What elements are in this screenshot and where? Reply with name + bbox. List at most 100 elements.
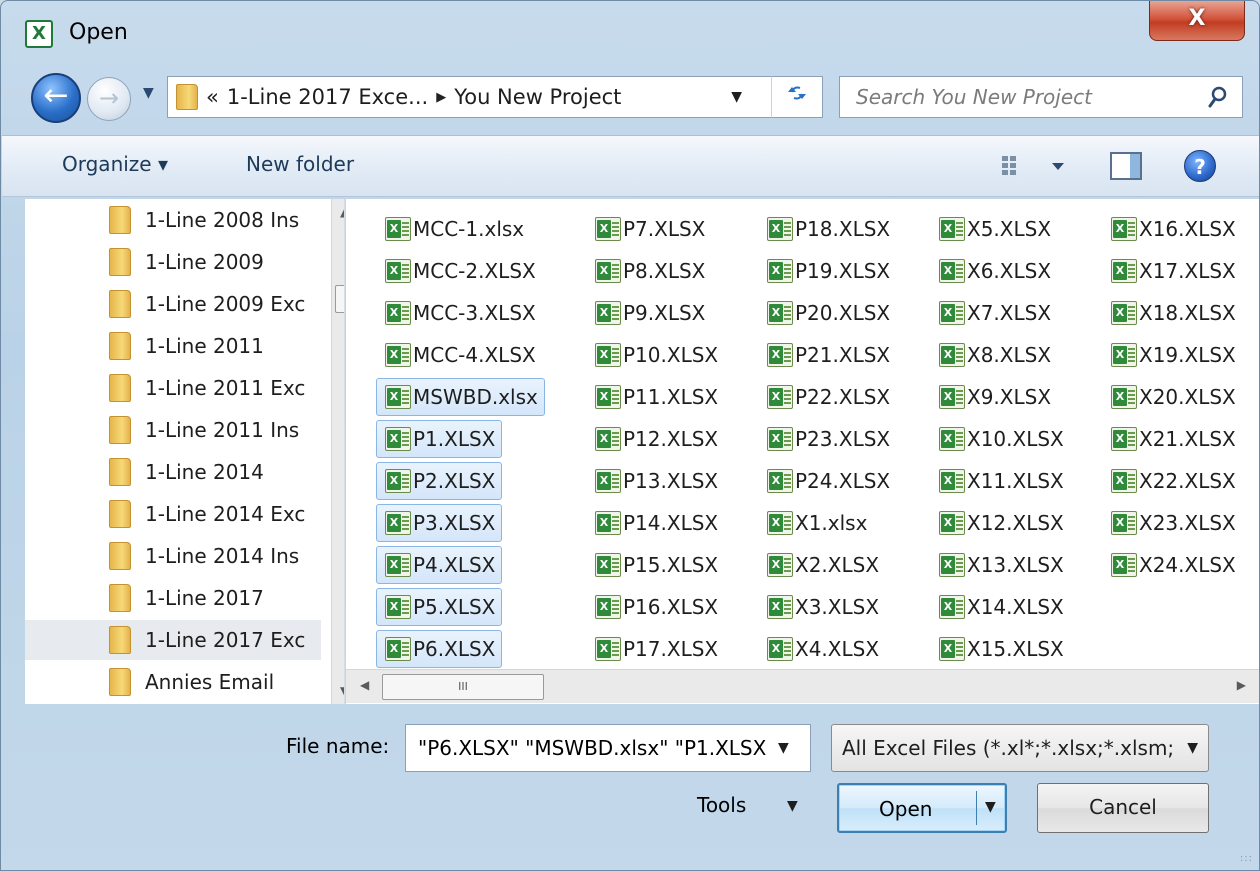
file-name-combobox[interactable]: ▼: [405, 724, 811, 772]
file-item[interactable]: P24.XLSX: [758, 462, 897, 500]
file-item[interactable]: MCC-4.XLSX: [376, 336, 543, 374]
file-type-select[interactable]: All Excel Files (*.xl*;*.xlsx;*.xlsm; ▼: [831, 724, 1209, 772]
file-item[interactable]: X11.XLSX: [930, 462, 1071, 500]
resize-grip[interactable]: :::: [1240, 853, 1253, 864]
file-item[interactable]: P18.XLSX: [758, 210, 897, 248]
file-item[interactable]: X9.XLSX: [930, 378, 1058, 416]
recent-pages-dropdown[interactable]: ▼: [143, 85, 154, 101]
file-item[interactable]: MCC-3.XLSX: [376, 294, 543, 332]
file-item[interactable]: P15.XLSX: [586, 546, 725, 584]
file-item[interactable]: X13.XLSX: [930, 546, 1071, 584]
nav-folder-item[interactable]: 1-Line 2008 Ins: [25, 200, 321, 240]
file-item[interactable]: P17.XLSX: [586, 630, 725, 668]
scroll-right-icon[interactable]: ▶: [1237, 678, 1246, 692]
file-item[interactable]: P14.XLSX: [586, 504, 725, 542]
forward-button[interactable]: →: [87, 77, 131, 121]
file-item[interactable]: X19.XLSX: [1102, 336, 1243, 374]
nav-folder-item[interactable]: 1-Line 2011: [25, 326, 321, 366]
scroll-down-icon[interactable]: ▼: [340, 684, 344, 698]
file-item[interactable]: X4.XLSX: [758, 630, 886, 668]
address-dropdown-icon[interactable]: ▼: [731, 89, 742, 105]
file-item[interactable]: X8.XLSX: [930, 336, 1058, 374]
file-item[interactable]: X12.XLSX: [930, 504, 1071, 542]
open-button[interactable]: Open ▼: [837, 783, 1007, 833]
file-item[interactable]: P12.XLSX: [586, 420, 725, 458]
back-button[interactable]: ←: [31, 73, 81, 123]
help-button[interactable]: ?: [1184, 150, 1216, 182]
file-item[interactable]: X10.XLSX: [930, 420, 1071, 458]
file-item[interactable]: P1.XLSX: [376, 420, 503, 458]
file-item[interactable]: P3.XLSX: [376, 504, 503, 542]
nav-folder-item[interactable]: 1-Line 2011 Ins: [25, 410, 321, 450]
file-item[interactable]: P13.XLSX: [586, 462, 725, 500]
file-item[interactable]: P9.XLSX: [586, 294, 712, 332]
file-item[interactable]: P5.XLSX: [376, 588, 503, 626]
search-icon[interactable]: [1207, 85, 1229, 109]
preview-pane-icon[interactable]: [1110, 151, 1144, 181]
scroll-thumb[interactable]: [335, 285, 344, 313]
search-input[interactable]: [839, 76, 1243, 118]
nav-folder-item[interactable]: 1-Line 2014: [25, 452, 321, 492]
breadcrumb-overflow[interactable]: «: [206, 85, 219, 109]
file-item[interactable]: P7.XLSX: [586, 210, 712, 248]
file-name-dropdown-icon[interactable]: ▼: [778, 740, 789, 756]
address-bar[interactable]: « 1-Line 2017 Exce... ▶ You New Project …: [167, 76, 807, 118]
nav-folder-item[interactable]: Annies Email: [25, 662, 321, 702]
file-item[interactable]: X3.XLSX: [758, 588, 886, 626]
breadcrumb-item[interactable]: You New Project: [454, 85, 621, 109]
file-item[interactable]: X24.XLSX: [1102, 546, 1243, 584]
new-folder-button[interactable]: New folder: [246, 152, 354, 176]
nav-folder-item[interactable]: 1-Line 2009: [25, 242, 321, 282]
file-item[interactable]: MCC-1.xlsx: [376, 210, 531, 248]
file-item[interactable]: X23.XLSX: [1102, 504, 1243, 542]
nav-folder-item[interactable]: 1-Line 2014 Ins: [25, 536, 321, 576]
file-item[interactable]: P21.XLSX: [758, 336, 897, 374]
file-list-horizontal-scrollbar[interactable]: ◀ III ▶: [346, 669, 1259, 703]
file-item[interactable]: X5.XLSX: [930, 210, 1058, 248]
nav-folder-item[interactable]: 1-Line 2011 Exc: [25, 368, 321, 408]
refresh-button[interactable]: [771, 76, 823, 118]
file-item[interactable]: P16.XLSX: [586, 588, 725, 626]
file-item[interactable]: P22.XLSX: [758, 378, 897, 416]
open-options-dropdown-icon[interactable]: ▼: [985, 799, 996, 815]
change-view-icon[interactable]: [1002, 152, 1072, 180]
file-item[interactable]: MSWBD.xlsx: [376, 378, 545, 416]
file-item[interactable]: P11.XLSX: [586, 378, 725, 416]
scroll-up-icon[interactable]: ▲: [340, 205, 344, 219]
file-item[interactable]: X2.XLSX: [758, 546, 886, 584]
nav-pane-scrollbar[interactable]: ▲ ▼: [331, 199, 344, 704]
tools-button[interactable]: Tools: [697, 793, 746, 817]
file-item[interactable]: P2.XLSX: [376, 462, 503, 500]
file-item[interactable]: X15.XLSX: [930, 630, 1071, 668]
organize-button[interactable]: Organize ▾: [62, 152, 168, 176]
file-item[interactable]: X21.XLSX: [1102, 420, 1243, 458]
tools-dropdown-icon[interactable]: ▼: [787, 798, 798, 814]
file-item[interactable]: MCC-2.XLSX: [376, 252, 543, 290]
file-item[interactable]: P19.XLSX: [758, 252, 897, 290]
file-item[interactable]: P4.XLSX: [376, 546, 503, 584]
file-item[interactable]: P6.XLSX: [376, 630, 503, 668]
file-item[interactable]: X1.xlsx: [758, 504, 874, 542]
cancel-button[interactable]: Cancel: [1037, 783, 1209, 833]
file-item[interactable]: X18.XLSX: [1102, 294, 1243, 332]
file-item[interactable]: X7.XLSX: [930, 294, 1058, 332]
file-item[interactable]: P23.XLSX: [758, 420, 897, 458]
file-item[interactable]: X14.XLSX: [930, 588, 1071, 626]
scroll-thumb[interactable]: III: [382, 674, 544, 700]
breadcrumb-item[interactable]: 1-Line 2017 Exce...: [227, 85, 428, 109]
file-item[interactable]: P8.XLSX: [586, 252, 712, 290]
nav-folder-item[interactable]: 1-Line 2014 Exc: [25, 494, 321, 534]
file-name-input[interactable]: [416, 735, 772, 761]
nav-folder-item[interactable]: 1-Line 2009 Exc: [25, 284, 321, 324]
breadcrumb-separator[interactable]: ▶: [436, 90, 446, 105]
nav-folder-item[interactable]: 1-Line 2017 Exc: [25, 620, 321, 660]
nav-folder-item[interactable]: 1-Line 2017: [25, 578, 321, 618]
file-item[interactable]: X16.XLSX: [1102, 210, 1243, 248]
file-item[interactable]: X6.XLSX: [930, 252, 1058, 290]
file-item[interactable]: X22.XLSX: [1102, 462, 1243, 500]
scroll-left-icon[interactable]: ◀: [360, 678, 369, 692]
file-item[interactable]: X17.XLSX: [1102, 252, 1243, 290]
file-item[interactable]: P10.XLSX: [586, 336, 725, 374]
file-type-dropdown-icon[interactable]: ▼: [1187, 740, 1198, 756]
file-item[interactable]: P20.XLSX: [758, 294, 897, 332]
